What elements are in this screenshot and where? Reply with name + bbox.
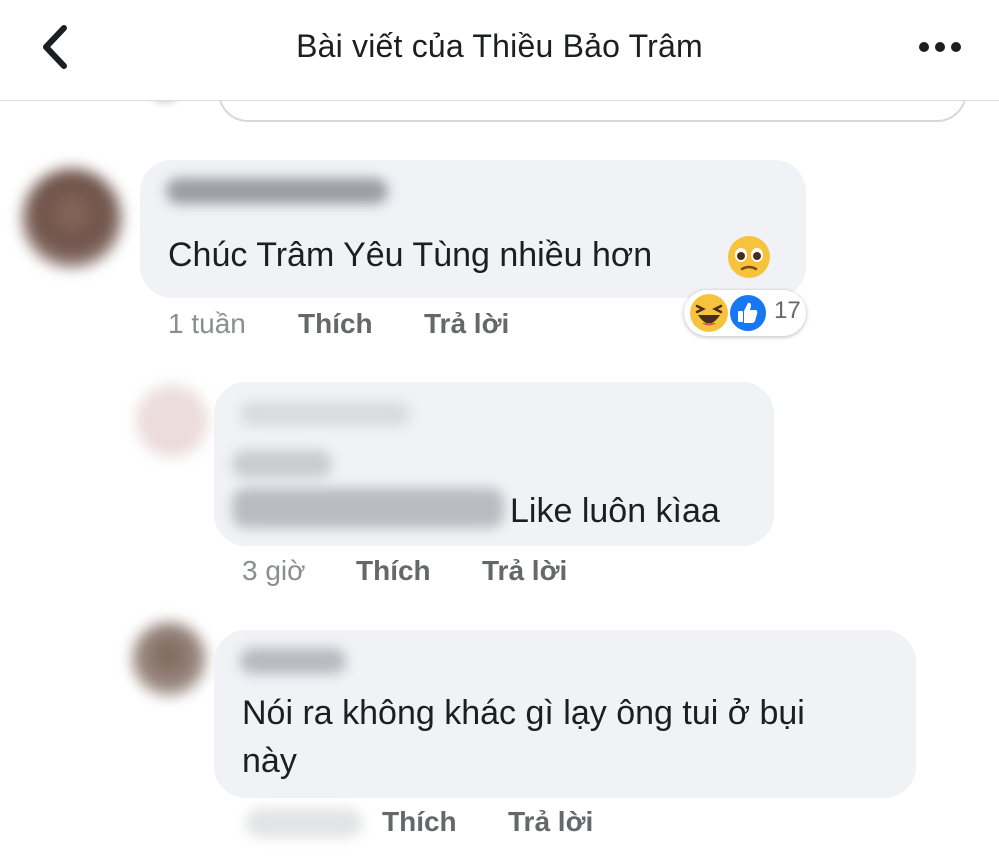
reply-button[interactable]: Trả lời <box>482 555 567 587</box>
like-button[interactable]: Thích <box>356 555 431 587</box>
like-button[interactable]: Thích <box>382 806 457 838</box>
comment-text: Like luôn kìaa <box>510 492 720 530</box>
reply-button[interactable]: Trả lời <box>508 806 593 838</box>
pleading-face-emoji <box>728 236 770 278</box>
commenter-avatar[interactable] <box>136 385 208 457</box>
reaction-count: 17 <box>774 297 801 324</box>
like-button[interactable]: Thích <box>298 308 373 340</box>
page-title: Bài viết của Thiều Bảo Trâm <box>296 28 703 64</box>
haha-emoji-icon <box>690 294 728 332</box>
comment-text: Chúc Trâm Yêu Tùng nhiều hơn <box>168 236 653 274</box>
commenter-avatar[interactable] <box>132 622 206 696</box>
like-emoji-icon <box>728 293 768 333</box>
commenter-name[interactable] <box>240 648 346 674</box>
more-dots-icon <box>919 42 961 52</box>
mention-text <box>232 450 332 478</box>
commenter-name[interactable] <box>166 178 388 204</box>
mention-text <box>232 488 504 528</box>
top-bar: Bài viết của Thiều Bảo Trâm <box>0 0 999 101</box>
comment-timestamp: 3 giờ <box>242 555 306 586</box>
more-options-button[interactable] <box>915 32 967 62</box>
comment-timestamp: 1 tuần <box>168 308 246 339</box>
reply-button[interactable]: Trả lời <box>424 308 509 340</box>
comment-timestamp <box>246 808 362 838</box>
comment-text-line-1: Nói ra không khác gì lạy ông tui ở bụi <box>242 694 805 732</box>
commenter-avatar[interactable] <box>22 168 122 268</box>
comment-text-line-2: này <box>242 742 297 780</box>
commenter-name[interactable] <box>240 402 410 426</box>
